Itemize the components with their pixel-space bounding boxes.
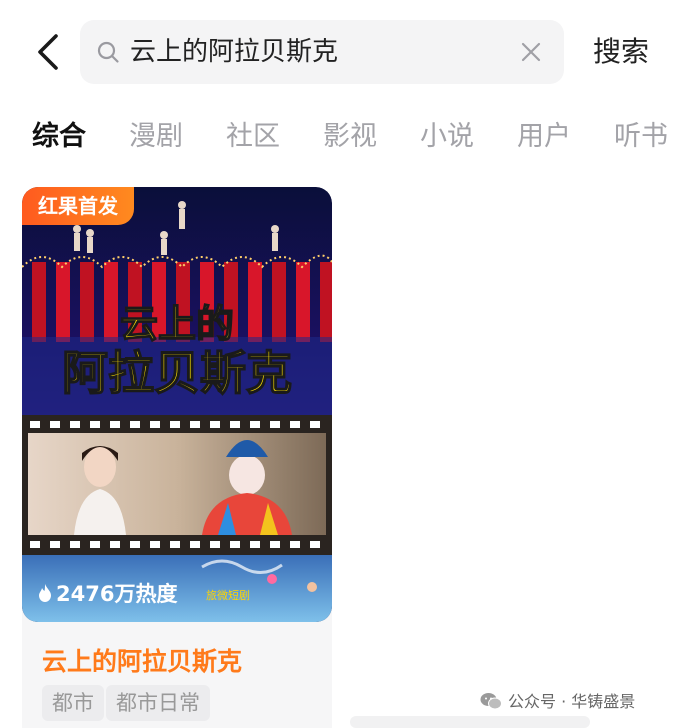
heat-text: 2476万热度	[56, 582, 178, 606]
category-tabs: 综合 漫剧 社区 影视 小说 用户 听书	[0, 110, 680, 164]
search-icon	[97, 41, 119, 63]
premiere-badge: 红果首发	[22, 187, 134, 225]
search-input[interactable]: 云上的阿拉贝斯克	[80, 20, 564, 84]
back-button[interactable]	[30, 32, 66, 72]
result-card[interactable]: 云上的 阿拉贝斯克 红果首发 2476万热度 旅微短剧 云上的阿拉贝斯克 都市 …	[22, 187, 332, 728]
poster-watermark: 旅微短剧	[206, 589, 250, 602]
account-watermark: 公众号 · 华铸盛景	[480, 690, 635, 714]
tab-all[interactable]: 综合	[32, 110, 86, 164]
poster-illustration: 云上的 阿拉贝斯克	[22, 187, 332, 622]
genre-tag[interactable]: 都市	[42, 685, 104, 721]
heat-count: 2476万热度	[38, 579, 177, 609]
tab-film-tv[interactable]: 影视	[323, 110, 377, 164]
search-button[interactable]: 搜索	[593, 20, 649, 84]
next-result-peek	[350, 716, 590, 728]
tab-comic-drama[interactable]: 漫剧	[129, 110, 183, 164]
poster-title-line2: 阿拉贝斯克	[62, 346, 292, 400]
tab-community[interactable]: 社区	[226, 110, 280, 164]
close-icon[interactable]	[520, 41, 542, 63]
flame-icon	[39, 584, 51, 602]
tab-audiobook[interactable]: 听书	[614, 110, 668, 164]
wechat-icon	[480, 693, 502, 710]
poster-title-line1: 云上的	[120, 302, 234, 346]
result-title[interactable]: 云上的阿拉贝斯克	[42, 642, 242, 678]
genre-tag[interactable]: 都市日常	[106, 685, 210, 721]
poster-image[interactable]: 云上的 阿拉贝斯克 红果首发 2476万热度 旅微短剧	[22, 187, 332, 622]
watermark-text: 公众号 · 华铸盛景	[508, 692, 636, 711]
tab-novel[interactable]: 小说	[420, 110, 474, 164]
chevron-left-icon	[38, 34, 58, 70]
search-query-text[interactable]: 云上的阿拉贝斯克	[130, 20, 338, 84]
tab-users[interactable]: 用户	[517, 110, 571, 164]
